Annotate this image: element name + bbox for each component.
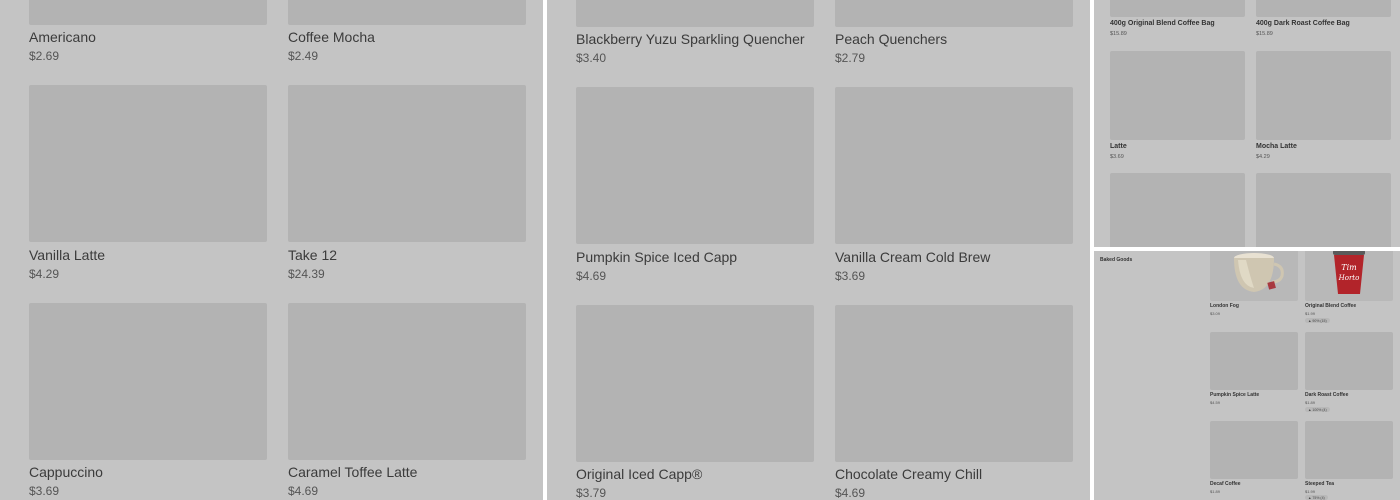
product-name[interactable]: Peach Quenchers (835, 31, 947, 47)
product-image-original-blend-bag[interactable] (1110, 0, 1245, 17)
product-name[interactable]: Decaf Coffee (1210, 481, 1241, 487)
product-name[interactable]: Mocha Latte (1256, 143, 1297, 150)
product-image-chocolate-creamy-chill[interactable] (835, 305, 1073, 462)
product-price: $1.89 (1210, 489, 1221, 494)
menu-panel-coffee-bags: 400g Original Blend Coffee Bag $15.89 40… (1094, 0, 1400, 247)
rating-badge: ▲ 100% (4) (1305, 407, 1330, 412)
product-price: $1.99 (1305, 311, 1316, 316)
product-name[interactable]: Take 12 (288, 247, 337, 263)
product-price: $4.69 (288, 484, 319, 498)
product-name[interactable]: Vanilla Cream Cold Brew (835, 249, 990, 265)
product-name[interactable]: Steeped Tea (1305, 481, 1334, 487)
product-image-steeped-tea[interactable] (1305, 421, 1393, 479)
product-price: $4.29 (29, 267, 60, 281)
product-image-blackberry-yuzu[interactable] (576, 0, 814, 27)
product-image-pumpkin-spice-latte[interactable] (1210, 332, 1298, 390)
product-image-americano[interactable] (29, 0, 267, 25)
product-name[interactable]: 400g Dark Roast Coffee Bag (1256, 20, 1350, 27)
product-name[interactable]: Blackberry Yuzu Sparkling Quencher (576, 31, 805, 47)
product-price: $3.69 (29, 484, 60, 498)
coffee-cup-icon: Tim Horto (1333, 251, 1365, 294)
product-price: $15.89 (1256, 31, 1273, 37)
product-price: $3.79 (576, 486, 607, 500)
product-name[interactable]: 400g Original Blend Coffee Bag (1110, 20, 1215, 27)
product-name[interactable]: Americano (29, 29, 96, 45)
product-image-london-fog[interactable] (1210, 251, 1298, 301)
product-image-vanilla-latte[interactable] (29, 85, 267, 242)
product-name[interactable]: London Fog (1210, 303, 1239, 309)
product-name[interactable]: Pumpkin Spice Iced Capp (576, 249, 737, 265)
product-name[interactable]: Original Blend Coffee (1305, 303, 1356, 309)
product-price: $4.69 (835, 486, 866, 500)
product-name[interactable]: Dark Roast Coffee (1305, 392, 1348, 398)
category-label[interactable]: Baked Goods (1100, 257, 1132, 263)
product-image-take-12[interactable] (288, 85, 526, 242)
mug-icon (1234, 253, 1284, 292)
product-price: $3.40 (576, 51, 607, 65)
product-price: $3.69 (835, 269, 866, 283)
product-image-dark-roast-coffee[interactable] (1305, 332, 1393, 390)
product-image-next[interactable] (1256, 173, 1391, 247)
rating-badge: ▲ 75% (4) (1305, 495, 1328, 500)
product-image-dark-roast-bag[interactable] (1256, 0, 1391, 17)
product-image-vanilla-cream-cold-brew[interactable] (835, 87, 1073, 244)
product-price: $1.99 (1305, 489, 1316, 494)
product-price: $15.89 (1110, 31, 1127, 37)
svg-text:Tim: Tim (1341, 263, 1357, 272)
menu-panel-hot-beverages: Baked Goods London Fog $3.09 Tim Horto O… (1094, 251, 1400, 500)
product-name[interactable]: Vanilla Latte (29, 247, 105, 263)
product-image-mocha-latte[interactable] (1256, 51, 1391, 140)
product-image-original-blend-coffee[interactable]: Tim Horto (1305, 251, 1393, 301)
product-price: $2.79 (835, 51, 866, 65)
product-price: $24.39 (288, 267, 325, 281)
product-image-caramel-toffee-latte[interactable] (288, 303, 526, 460)
product-price: $4.69 (576, 269, 607, 283)
product-price: $4.59 (1210, 400, 1221, 405)
product-image-decaf-coffee[interactable] (1210, 421, 1298, 479)
rating-badge: ▲ 90% (15) (1305, 318, 1330, 323)
product-name[interactable]: Cappuccino (29, 464, 103, 480)
product-name[interactable]: Caramel Toffee Latte (288, 464, 417, 480)
product-price: $3.69 (1110, 154, 1124, 160)
menu-panel-hot-drinks: Americano $2.69 Coffee Mocha $2.49 Vanil… (0, 0, 543, 500)
product-image-cappuccino[interactable] (29, 303, 267, 460)
product-image-original-iced-capp[interactable] (576, 305, 814, 462)
product-price: $4.29 (1256, 154, 1270, 160)
product-image-pumpkin-spice-iced-capp[interactable] (576, 87, 814, 244)
product-name[interactable]: Pumpkin Spice Latte (1210, 392, 1259, 398)
product-image-latte[interactable] (1110, 51, 1245, 140)
product-price: $3.09 (1210, 311, 1221, 316)
product-price: $2.49 (288, 49, 319, 63)
product-image-next[interactable] (1110, 173, 1245, 247)
product-price: $1.89 (1305, 400, 1316, 405)
product-image-peach-quenchers[interactable] (835, 0, 1073, 27)
menu-panel-cold-drinks: Blackberry Yuzu Sparkling Quencher $3.40… (547, 0, 1090, 500)
svg-text:Horto: Horto (1338, 274, 1360, 282)
product-name[interactable]: Latte (1110, 143, 1127, 150)
product-image-coffee-mocha[interactable] (288, 0, 526, 25)
product-name[interactable]: Chocolate Creamy Chill (835, 466, 982, 482)
product-price: $2.69 (29, 49, 60, 63)
product-name[interactable]: Coffee Mocha (288, 29, 375, 45)
product-name[interactable]: Original Iced Capp® (576, 466, 702, 482)
